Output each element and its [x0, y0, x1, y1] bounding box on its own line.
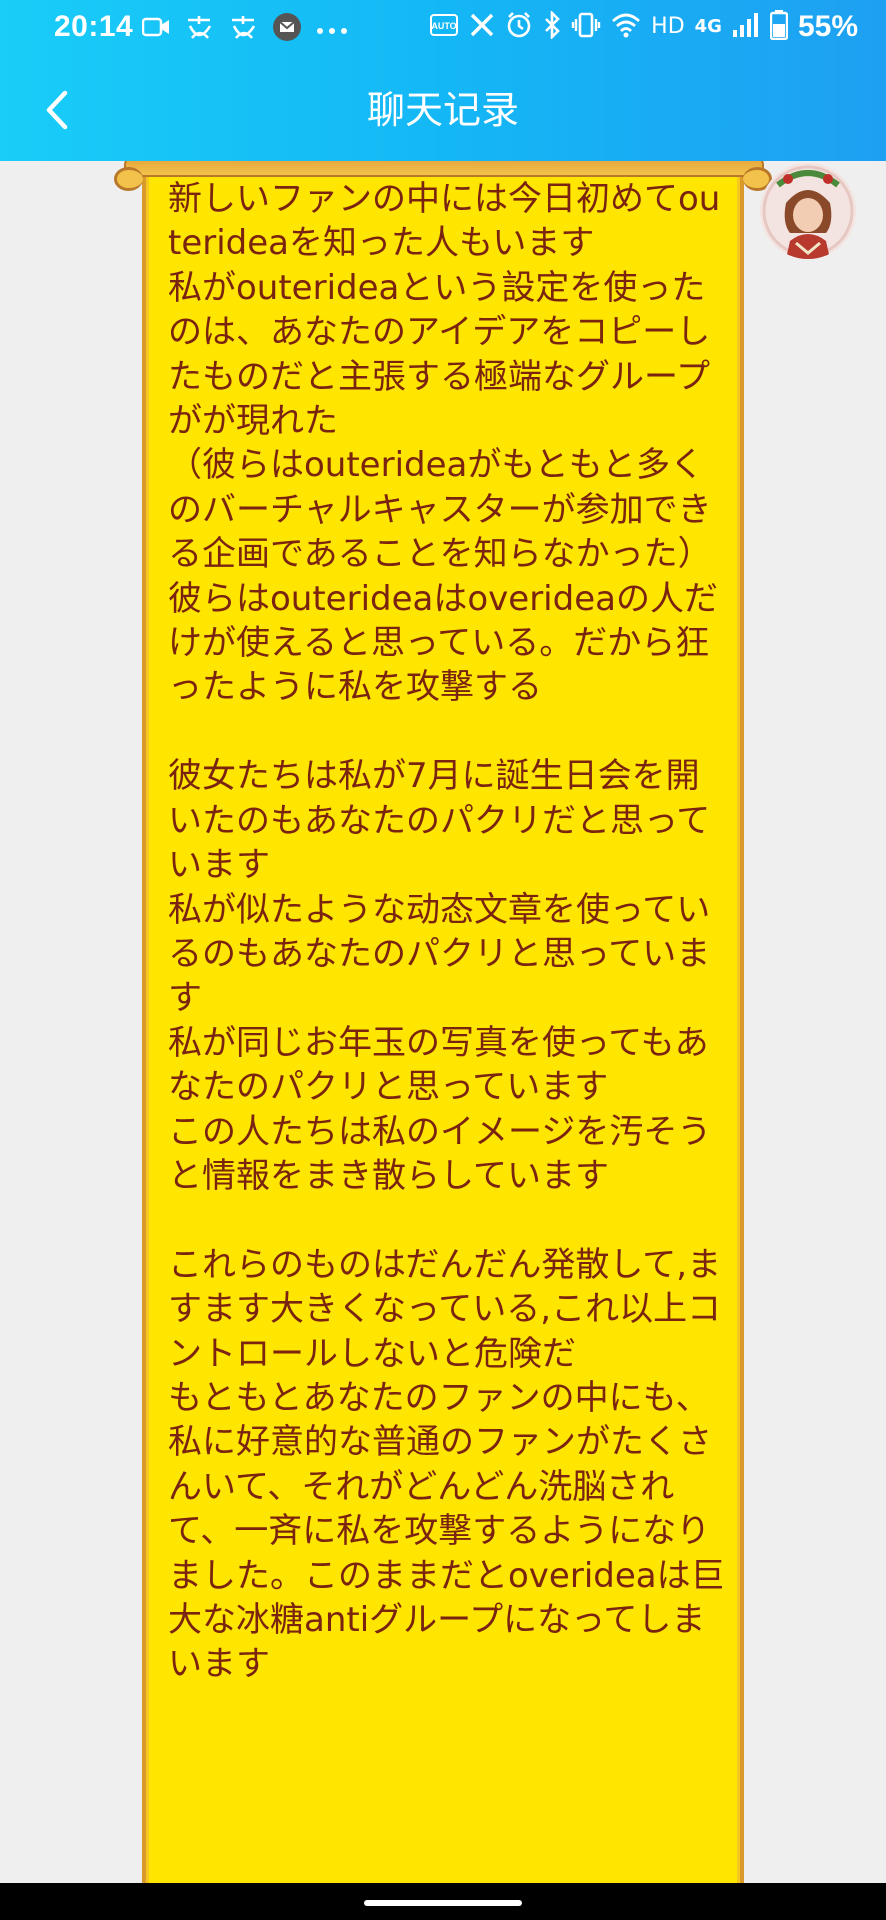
app-notification-icon [228, 14, 258, 44]
signal-icon [732, 12, 760, 42]
page-title: 聊天记录 [366, 88, 519, 132]
header: 聊天记录 [0, 58, 886, 161]
status-bar: 20:14 AUTO HD 4G 55% [0, 0, 886, 58]
avatar[interactable] [760, 163, 856, 259]
network-hd-label: HD [651, 14, 685, 39]
status-time: 20:14 [54, 10, 134, 43]
network-type-label: 4G [694, 16, 722, 37]
app-notification-icon [184, 14, 214, 44]
video-icon [141, 16, 170, 42]
avatar-image [760, 163, 856, 259]
svg-text:AUTO: AUTO [431, 21, 456, 31]
battery-icon [769, 10, 789, 44]
message-bubble[interactable]: 新しいファンの中には今日初めてouterideaを知った人もいます 私がoute… [114, 161, 772, 1883]
top-bar: 20:14 AUTO HD 4G 55% 聊天记录 [0, 0, 886, 161]
notification-icons [141, 12, 348, 46]
more-icon [316, 20, 348, 39]
bubble-scroll-decoration [124, 161, 764, 177]
alarm-icon [505, 11, 533, 43]
message-text: 新しいファンの中には今日初めてouterideaを知った人もいます 私がoute… [168, 179, 725, 1685]
x-icon [469, 12, 495, 42]
bluetooth-icon [543, 9, 561, 43]
battery-percent: 55% [797, 10, 858, 43]
wifi-icon [611, 12, 641, 42]
status-right: AUTO HD 4G 55% [429, 9, 858, 44]
chat-area[interactable]: 新しいファンの中には今日初めてouterideaを知った人もいます 私がoute… [0, 161, 886, 1883]
auto-hz-icon: AUTO [429, 11, 459, 43]
vibrate-icon [571, 12, 601, 42]
mail-icon [272, 12, 302, 46]
scroll-curl-left [114, 167, 143, 191]
home-indicator[interactable] [364, 1900, 522, 1906]
